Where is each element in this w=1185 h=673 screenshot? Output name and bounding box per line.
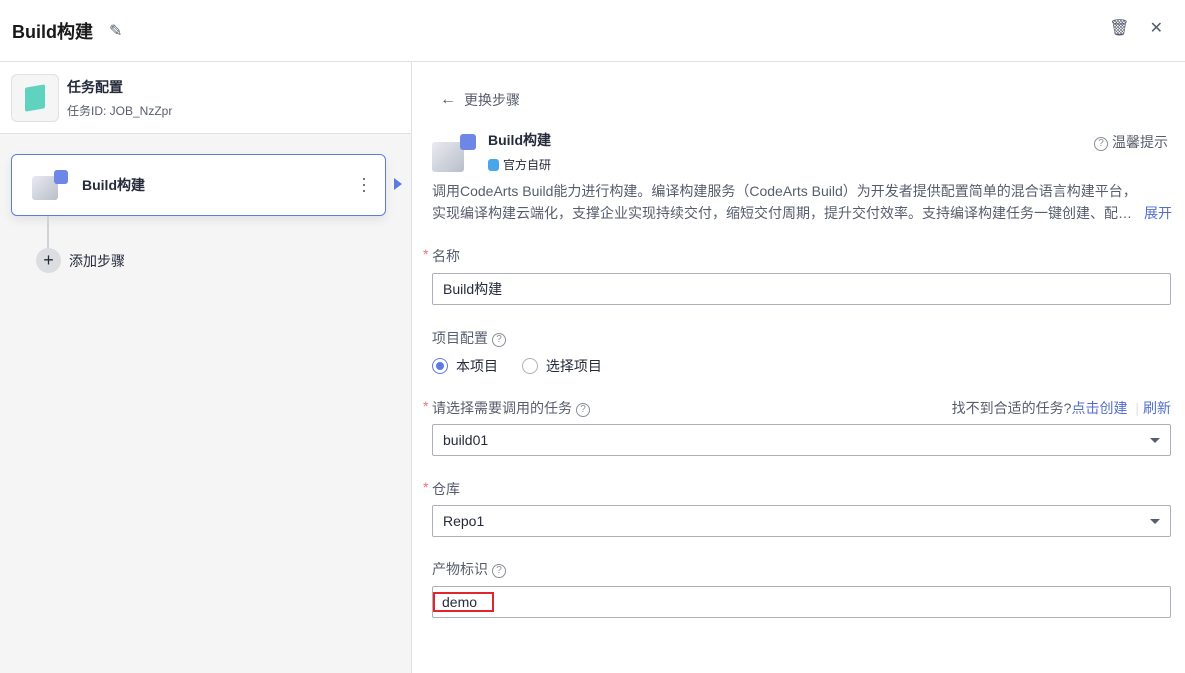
task-select[interactable]: build01 (432, 424, 1171, 456)
radio-label: 本项目 (456, 358, 498, 374)
radio-select-project[interactable]: 选择项目 (521, 356, 602, 376)
help-icon[interactable]: ? (492, 564, 506, 578)
task-label: 请选择需要调用的任务 (432, 400, 572, 416)
name-label: 名称 (432, 248, 460, 264)
edit-icon[interactable]: ✎ (109, 21, 122, 41)
task-hint: 找不到合适的任务? (951, 400, 1072, 416)
plugin-description: 调用CodeArts Build能力进行构建。编译构建服务（CodeArts B… (432, 180, 1172, 224)
delete-icon[interactable]: 🗑 (1109, 18, 1129, 38)
add-step-label: 添加步骤 (69, 252, 125, 269)
page-title: Build构建 (12, 21, 93, 42)
add-step-button[interactable]: + 添加步骤 (36, 248, 125, 273)
official-badge-icon (488, 158, 499, 171)
name-input[interactable]: Build构建 (432, 273, 1171, 305)
tips-link[interactable]: ? 温馨提示 (1094, 132, 1168, 152)
connector-line (47, 216, 49, 250)
caret-down-icon (1150, 519, 1160, 524)
desc-line: 调用CodeArts Build能力进行构建。编译构建服务（CodeArts B… (432, 183, 1137, 199)
artifact-label: 产物标识 (432, 561, 488, 577)
step-label: Build构建 (82, 177, 145, 193)
plus-icon: + (36, 248, 61, 273)
job-id: 任务ID: JOB_NzZpr (67, 103, 173, 118)
job-config-title: 任务配置 (67, 78, 123, 95)
build-cube-icon (32, 170, 68, 200)
plugin-info: Build构建 官方自研 (432, 130, 551, 173)
header: Build构建 ✎ 🗑 ✕ (0, 0, 1185, 62)
step-card-build[interactable]: Build构建 · · · (11, 154, 386, 216)
close-icon[interactable]: ✕ (1150, 18, 1163, 38)
repo-select[interactable]: Repo1 (432, 505, 1171, 537)
help-icon: ? (1094, 137, 1108, 151)
change-step-label: 更换步骤 (464, 92, 520, 108)
refresh-link[interactable]: 刷新 (1143, 400, 1171, 416)
repo-label: 仓库 (432, 481, 460, 497)
help-icon[interactable]: ? (492, 333, 506, 347)
create-task-link[interactable]: 点击创建 (1071, 400, 1127, 416)
official-badge: 官方自研 (503, 158, 552, 172)
highlight-box (433, 592, 494, 612)
project-label: 项目配置 (432, 330, 488, 346)
change-step-button[interactable]: ← 更换步骤 (440, 90, 520, 110)
arrow-left-icon: ← (440, 91, 456, 108)
job-config[interactable]: 任务配置 任务ID: JOB_NzZpr (0, 62, 411, 134)
caret-down-icon (1150, 438, 1160, 443)
step-sidebar: 任务配置 任务ID: JOB_NzZpr Build构建 · · · + 添加步骤 (0, 62, 412, 673)
radio-current-project[interactable]: 本项目 (432, 356, 498, 376)
help-icon[interactable]: ? (576, 403, 590, 417)
job-config-icon (11, 73, 59, 122)
selected-arrow-icon (394, 178, 402, 190)
tips-label: 温馨提示 (1112, 134, 1168, 150)
artifact-input[interactable]: demo (432, 586, 1171, 618)
expand-link[interactable]: 展开 (1144, 202, 1172, 224)
plugin-name: Build构建 (488, 132, 551, 148)
more-options-icon[interactable]: · · · (361, 169, 367, 199)
build-cube-icon (432, 134, 476, 172)
repo-value: Repo1 (443, 513, 485, 529)
radio-label: 选择项目 (545, 358, 602, 374)
task-value: build01 (443, 432, 489, 448)
desc-line: 实现编译构建云端化，支撑企业实现持续交付，缩短交付周期，提升交付效率。支持编译构… (432, 205, 1132, 221)
